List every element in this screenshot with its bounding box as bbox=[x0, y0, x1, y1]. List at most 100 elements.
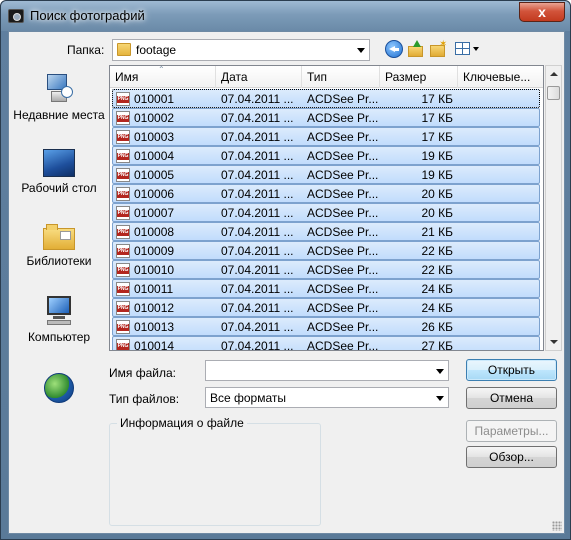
recent-places-icon bbox=[45, 72, 73, 104]
filetype-select[interactable]: Все форматы bbox=[205, 387, 449, 408]
table-row[interactable]: 010011 07.04.2011 ... ACDSee Pr... 24 КБ bbox=[112, 279, 540, 298]
file-name: 010009 bbox=[134, 244, 175, 258]
place-recent[interactable]: Недавние места bbox=[9, 72, 109, 123]
file-size: 24 КБ bbox=[421, 282, 453, 296]
title-bar[interactable]: Поиск фотографий x bbox=[1, 1, 570, 31]
file-size: 22 КБ bbox=[421, 244, 453, 258]
scroll-thumb[interactable] bbox=[547, 86, 560, 100]
file-name: 010004 bbox=[134, 149, 175, 163]
place-desktop[interactable]: Рабочий стол bbox=[9, 149, 109, 196]
table-row[interactable]: 010004 07.04.2011 ... ACDSee Pr... 19 КБ bbox=[112, 146, 540, 165]
png-file-icon bbox=[116, 339, 130, 350]
column-size-label: Размер bbox=[385, 70, 427, 84]
file-type: ACDSee Pr... bbox=[307, 168, 379, 182]
window-title: Поиск фотографий bbox=[30, 8, 145, 23]
scroll-up-icon[interactable] bbox=[546, 66, 561, 83]
place-computer[interactable]: Компьютер bbox=[9, 296, 109, 345]
parameters-button[interactable]: Параметры... bbox=[466, 420, 557, 442]
file-size: 27 КБ bbox=[421, 339, 453, 351]
table-row[interactable]: 010007 07.04.2011 ... ACDSee Pr... 20 КБ bbox=[112, 203, 540, 222]
table-row[interactable]: 010006 07.04.2011 ... ACDSee Pr... 20 КБ bbox=[112, 184, 540, 203]
table-row[interactable]: 010008 07.04.2011 ... ACDSee Pr... 21 КБ bbox=[112, 222, 540, 241]
table-row[interactable]: 010013 07.04.2011 ... ACDSee Pr... 26 КБ bbox=[112, 317, 540, 336]
file-type: ACDSee Pr... bbox=[307, 225, 379, 239]
column-keywords[interactable]: Ключевые... bbox=[458, 66, 543, 88]
file-name: 010001 bbox=[134, 92, 175, 106]
file-list[interactable]: ⌃ Имя Дата Тип Размер Ключевые... 010001… bbox=[109, 65, 544, 351]
column-date[interactable]: Дата bbox=[216, 66, 302, 88]
table-row[interactable]: 010005 07.04.2011 ... ACDSee Pr... 19 КБ bbox=[112, 165, 540, 184]
file-name: 010012 bbox=[134, 301, 175, 315]
computer-icon bbox=[43, 296, 75, 326]
file-type: ACDSee Pr... bbox=[307, 282, 379, 296]
vertical-scrollbar[interactable] bbox=[545, 65, 562, 351]
dialog-body: Папка: footage ✶ Недавние места Рабочий … bbox=[8, 31, 565, 534]
chevron-down-icon bbox=[357, 48, 365, 53]
file-size: 17 КБ bbox=[421, 111, 453, 125]
file-type: ACDSee Pr... bbox=[307, 111, 379, 125]
png-file-icon bbox=[116, 130, 130, 144]
libraries-icon bbox=[43, 222, 75, 250]
table-row[interactable]: 010014 07.04.2011 ... ACDSee Pr... 27 КБ bbox=[112, 336, 540, 351]
browse-button[interactable]: Обзор... bbox=[466, 446, 557, 468]
cancel-button[interactable]: Отмена bbox=[466, 387, 557, 409]
file-date: 07.04.2011 ... bbox=[221, 130, 294, 144]
column-date-label: Дата bbox=[221, 70, 248, 84]
png-file-icon bbox=[116, 187, 130, 201]
table-row[interactable]: 010010 07.04.2011 ... ACDSee Pr... 22 КБ bbox=[112, 260, 540, 279]
file-name: 010008 bbox=[134, 225, 175, 239]
file-name: 010006 bbox=[134, 187, 175, 201]
folder-label: Папка: bbox=[67, 43, 105, 57]
places-bar: Недавние места Рабочий стол Библиотеки К… bbox=[9, 66, 109, 406]
chevron-down-icon[interactable] bbox=[436, 369, 444, 374]
place-libraries[interactable]: Библиотеки bbox=[9, 222, 109, 269]
file-size: 17 КБ bbox=[421, 130, 453, 144]
folder-name: footage bbox=[136, 43, 177, 57]
file-name: 010002 bbox=[134, 111, 175, 125]
new-folder-icon[interactable]: ✶ bbox=[429, 40, 447, 58]
filetype-value: Все форматы bbox=[210, 391, 287, 405]
up-folder-icon[interactable] bbox=[407, 40, 425, 58]
view-menu-icon[interactable] bbox=[455, 40, 481, 58]
file-date: 07.04.2011 ... bbox=[221, 301, 294, 315]
column-name-label: Имя bbox=[115, 70, 139, 84]
file-date: 07.04.2011 ... bbox=[221, 320, 294, 334]
network-icon bbox=[44, 373, 74, 403]
table-row[interactable]: 010003 07.04.2011 ... ACDSee Pr... 17 КБ bbox=[112, 127, 540, 146]
column-type[interactable]: Тип bbox=[302, 66, 380, 88]
filename-label: Имя файла: bbox=[109, 366, 176, 380]
sort-up-icon: ⌃ bbox=[158, 66, 165, 74]
file-date: 07.04.2011 ... bbox=[221, 149, 294, 163]
scroll-down-icon[interactable] bbox=[546, 333, 561, 350]
column-size[interactable]: Размер bbox=[380, 66, 458, 88]
table-row[interactable]: 010009 07.04.2011 ... ACDSee Pr... 22 КБ bbox=[112, 241, 540, 260]
file-type: ACDSee Pr... bbox=[307, 320, 379, 334]
file-date: 07.04.2011 ... bbox=[221, 206, 294, 220]
file-size: 26 КБ bbox=[421, 320, 453, 334]
file-type: ACDSee Pr... bbox=[307, 130, 379, 144]
back-icon[interactable] bbox=[385, 40, 403, 58]
table-row[interactable]: 010001 07.04.2011 ... ACDSee Pr... 17 КБ bbox=[112, 89, 540, 108]
folder-dropdown[interactable]: footage bbox=[112, 39, 370, 61]
close-button[interactable]: x bbox=[519, 2, 565, 22]
file-date: 07.04.2011 ... bbox=[221, 168, 294, 182]
png-file-icon bbox=[116, 92, 130, 106]
column-header: ⌃ Имя Дата Тип Размер Ключевые... bbox=[110, 66, 543, 88]
png-file-icon bbox=[116, 301, 130, 315]
column-name[interactable]: ⌃ Имя bbox=[110, 66, 216, 88]
png-file-icon bbox=[116, 149, 130, 163]
open-button[interactable]: Открыть bbox=[466, 359, 557, 381]
filename-input[interactable] bbox=[205, 360, 449, 381]
file-date: 07.04.2011 ... bbox=[221, 263, 294, 277]
file-name: 010014 bbox=[134, 339, 175, 351]
file-size: 19 КБ bbox=[421, 168, 453, 182]
table-row[interactable]: 010012 07.04.2011 ... ACDSee Pr... 24 КБ bbox=[112, 298, 540, 317]
place-network[interactable] bbox=[9, 373, 109, 403]
file-name: 010003 bbox=[134, 130, 175, 144]
resize-grip[interactable] bbox=[552, 521, 562, 531]
camera-icon bbox=[8, 9, 24, 23]
file-size: 22 КБ bbox=[421, 263, 453, 277]
file-date: 07.04.2011 ... bbox=[221, 111, 294, 125]
filetype-label: Тип файлов: bbox=[109, 392, 180, 406]
table-row[interactable]: 010002 07.04.2011 ... ACDSee Pr... 17 КБ bbox=[112, 108, 540, 127]
